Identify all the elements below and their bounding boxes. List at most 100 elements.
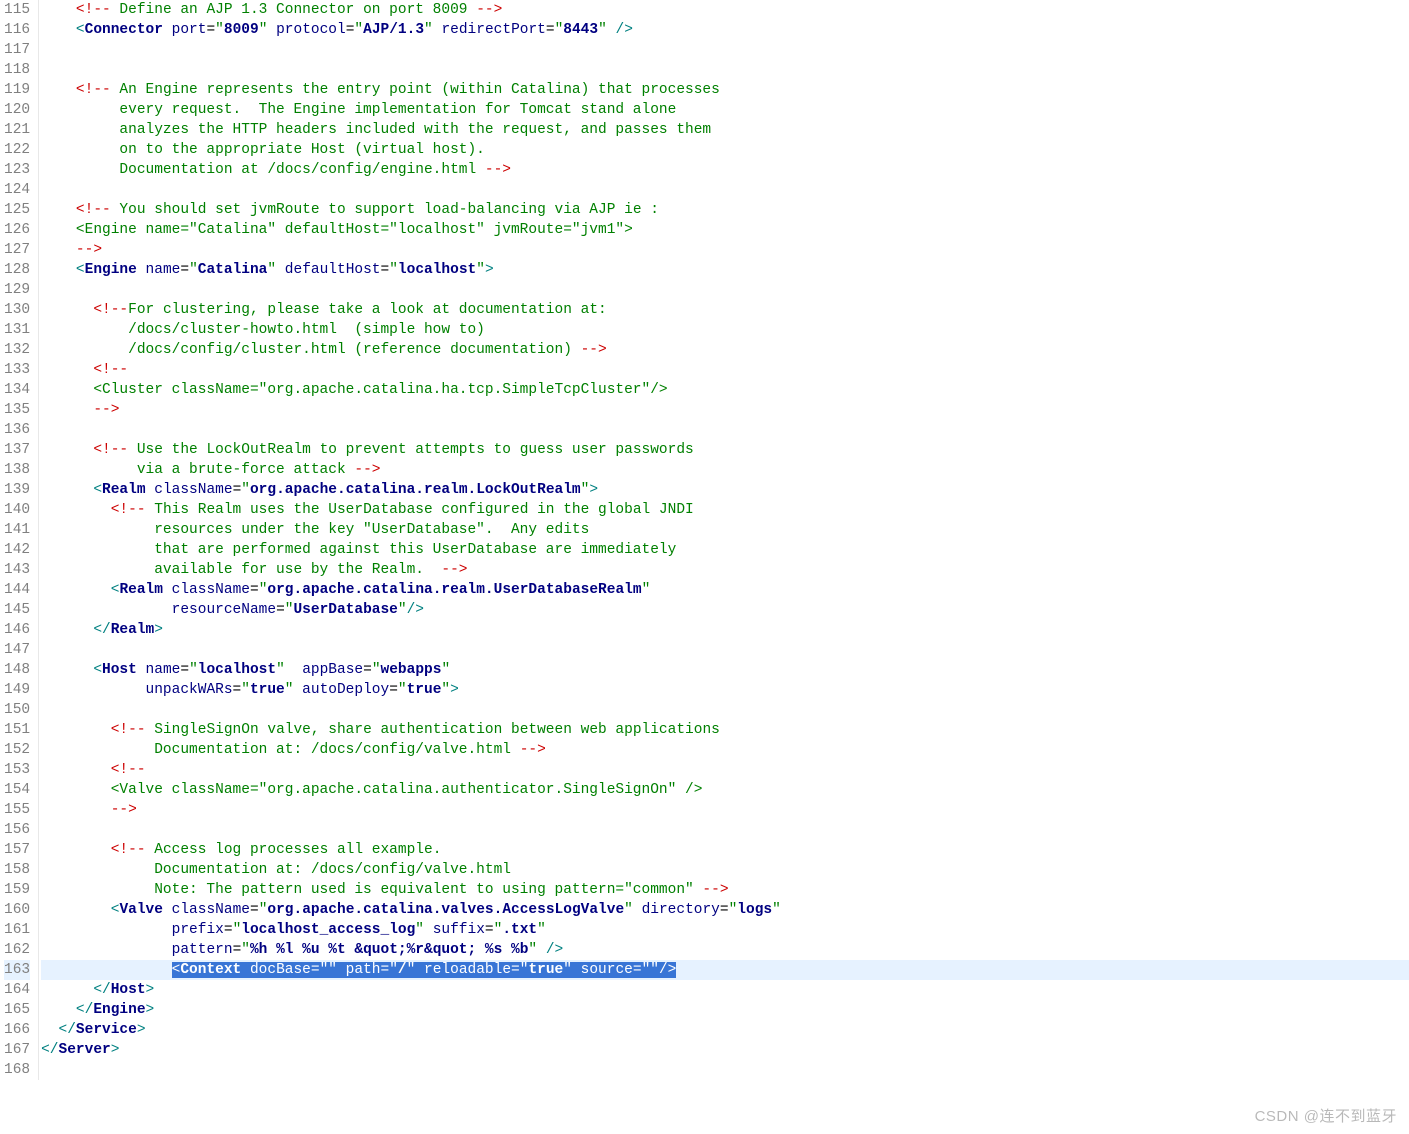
line-number: 126 — [4, 220, 30, 240]
line-number: 115 — [4, 0, 30, 20]
code-line[interactable]: <!-- Access log processes all example. — [41, 840, 1409, 860]
code-line[interactable]: <Engine name="Catalina" defaultHost="loc… — [41, 220, 1409, 240]
line-number: 117 — [4, 40, 30, 60]
line-number: 157 — [4, 840, 30, 860]
code-line[interactable]: on to the appropriate Host (virtual host… — [41, 140, 1409, 160]
code-line[interactable]: via a brute-force attack --> — [41, 460, 1409, 480]
code-line[interactable]: </Service> — [41, 1020, 1409, 1040]
code-line[interactable]: /docs/cluster-howto.html (simple how to) — [41, 320, 1409, 340]
code-line[interactable]: <Valve className="org.apache.catalina.au… — [41, 780, 1409, 800]
line-number: 166 — [4, 1020, 30, 1040]
watermark: CSDN @连不到蓝牙 — [1255, 1105, 1397, 1126]
code-line[interactable]: --> — [41, 400, 1409, 420]
code-line[interactable]: analyzes the HTTP headers included with … — [41, 120, 1409, 140]
code-line[interactable]: <Host name="localhost" appBase="webapps" — [41, 660, 1409, 680]
line-number: 134 — [4, 380, 30, 400]
code-line[interactable]: <Valve className="org.apache.catalina.va… — [41, 900, 1409, 920]
code-line[interactable]: <Context docBase="" path="/" reloadable=… — [41, 960, 1409, 980]
code-line[interactable]: prefix="localhost_access_log" suffix=".t… — [41, 920, 1409, 940]
line-number: 149 — [4, 680, 30, 700]
line-number: 116 — [4, 20, 30, 40]
code-line[interactable]: Documentation at: /docs/config/valve.htm… — [41, 860, 1409, 880]
line-number: 154 — [4, 780, 30, 800]
code-content[interactable]: <!-- Define an AJP 1.3 Connector on port… — [39, 0, 1409, 1080]
line-number-gutter: 1151161171181191201211221231241251261271… — [0, 0, 39, 1080]
code-line[interactable]: </Server> — [41, 1040, 1409, 1060]
code-line[interactable] — [41, 640, 1409, 660]
code-editor: 1151161171181191201211221231241251261271… — [0, 0, 1409, 1080]
code-line[interactable]: <!-- You should set jvmRoute to support … — [41, 200, 1409, 220]
code-line[interactable] — [41, 40, 1409, 60]
code-line[interactable] — [41, 60, 1409, 80]
code-line[interactable]: <!-- This Realm uses the UserDatabase co… — [41, 500, 1409, 520]
line-number: 143 — [4, 560, 30, 580]
line-number: 138 — [4, 460, 30, 480]
line-number: 151 — [4, 720, 30, 740]
line-number: 128 — [4, 260, 30, 280]
line-number: 121 — [4, 120, 30, 140]
code-line[interactable]: <!-- Define an AJP 1.3 Connector on port… — [41, 0, 1409, 20]
line-number: 164 — [4, 980, 30, 1000]
line-number: 153 — [4, 760, 30, 780]
line-number: 155 — [4, 800, 30, 820]
code-line[interactable] — [41, 280, 1409, 300]
code-line[interactable]: </Host> — [41, 980, 1409, 1000]
code-line[interactable]: resourceName="UserDatabase"/> — [41, 600, 1409, 620]
line-number: 132 — [4, 340, 30, 360]
line-number: 127 — [4, 240, 30, 260]
code-line[interactable]: unpackWARs="true" autoDeploy="true"> — [41, 680, 1409, 700]
line-number: 122 — [4, 140, 30, 160]
line-number: 144 — [4, 580, 30, 600]
code-line[interactable] — [41, 820, 1409, 840]
line-number: 148 — [4, 660, 30, 680]
code-line[interactable]: <!-- SingleSignOn valve, share authentic… — [41, 720, 1409, 740]
line-number: 142 — [4, 540, 30, 560]
code-line[interactable]: <Connector port="8009" protocol="AJP/1.3… — [41, 20, 1409, 40]
code-line[interactable]: resources under the key "UserDatabase". … — [41, 520, 1409, 540]
code-line[interactable]: <!--For clustering, please take a look a… — [41, 300, 1409, 320]
line-number: 139 — [4, 480, 30, 500]
line-number: 150 — [4, 700, 30, 720]
code-line[interactable]: Documentation at /docs/config/engine.htm… — [41, 160, 1409, 180]
code-line[interactable]: <Engine name="Catalina" defaultHost="loc… — [41, 260, 1409, 280]
line-number: 145 — [4, 600, 30, 620]
code-line[interactable]: --> — [41, 800, 1409, 820]
code-line[interactable]: --> — [41, 240, 1409, 260]
line-number: 136 — [4, 420, 30, 440]
line-number: 156 — [4, 820, 30, 840]
line-number: 118 — [4, 60, 30, 80]
line-number: 125 — [4, 200, 30, 220]
line-number: 124 — [4, 180, 30, 200]
code-line[interactable]: <!-- — [41, 360, 1409, 380]
code-line[interactable] — [41, 700, 1409, 720]
line-number: 146 — [4, 620, 30, 640]
code-line[interactable]: every request. The Engine implementation… — [41, 100, 1409, 120]
code-line[interactable]: pattern="%h %l %u %t &quot;%r&quot; %s %… — [41, 940, 1409, 960]
code-line[interactable]: available for use by the Realm. --> — [41, 560, 1409, 580]
line-number: 129 — [4, 280, 30, 300]
code-line[interactable]: <Realm className="org.apache.catalina.re… — [41, 480, 1409, 500]
line-number: 123 — [4, 160, 30, 180]
code-line[interactable]: <Cluster className="org.apache.catalina.… — [41, 380, 1409, 400]
code-line[interactable] — [41, 180, 1409, 200]
code-line[interactable]: </Realm> — [41, 620, 1409, 640]
code-line[interactable] — [41, 420, 1409, 440]
code-line[interactable]: Documentation at: /docs/config/valve.htm… — [41, 740, 1409, 760]
line-number: 165 — [4, 1000, 30, 1020]
line-number: 119 — [4, 80, 30, 100]
code-line[interactable]: </Engine> — [41, 1000, 1409, 1020]
code-line[interactable]: <Realm className="org.apache.catalina.re… — [41, 580, 1409, 600]
line-number: 147 — [4, 640, 30, 660]
code-line[interactable]: /docs/config/cluster.html (reference doc… — [41, 340, 1409, 360]
code-line[interactable]: <!-- — [41, 760, 1409, 780]
code-line[interactable]: <!-- Use the LockOutRealm to prevent att… — [41, 440, 1409, 460]
line-number: 131 — [4, 320, 30, 340]
line-number: 120 — [4, 100, 30, 120]
code-line[interactable]: Note: The pattern used is equivalent to … — [41, 880, 1409, 900]
code-line[interactable] — [41, 1060, 1409, 1080]
line-number: 159 — [4, 880, 30, 900]
line-number: 130 — [4, 300, 30, 320]
line-number: 135 — [4, 400, 30, 420]
code-line[interactable]: <!-- An Engine represents the entry poin… — [41, 80, 1409, 100]
code-line[interactable]: that are performed against this UserData… — [41, 540, 1409, 560]
